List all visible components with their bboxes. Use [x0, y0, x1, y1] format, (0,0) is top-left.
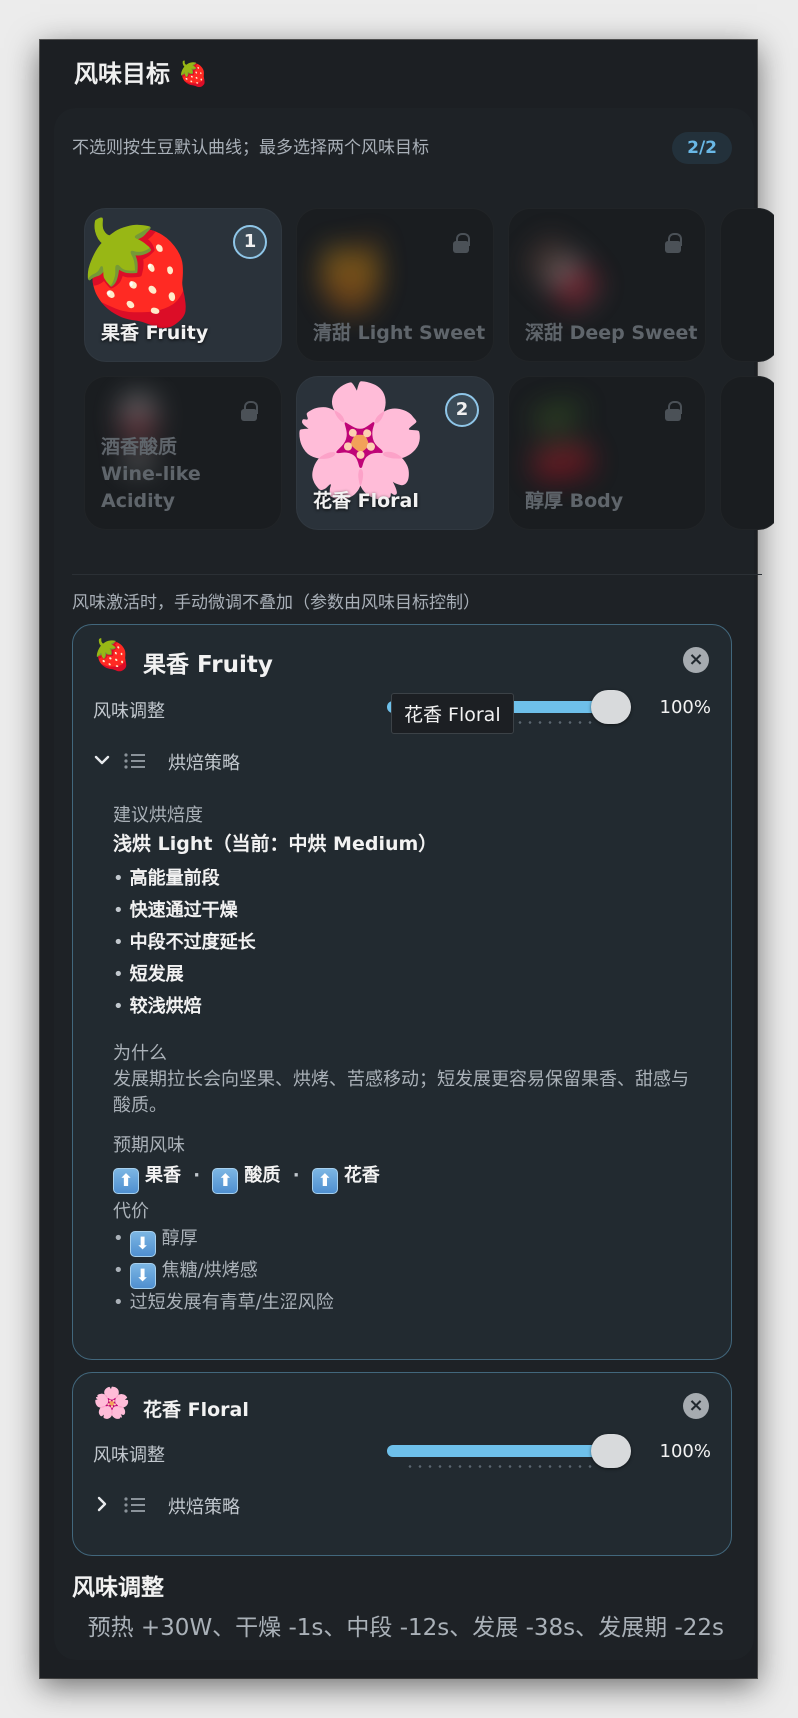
lock-icon — [665, 401, 682, 421]
list-icon — [123, 751, 149, 771]
tile-label: 醇厚 Body — [525, 490, 624, 512]
strawberry-icon: 🍓 — [84, 214, 200, 331]
selection-count-badge: 2/2 — [672, 132, 732, 164]
chevron-down-icon — [93, 747, 113, 775]
strategy-label: 烘焙策略 — [168, 753, 240, 774]
selection-order-badge: 1 — [233, 225, 267, 259]
cherry-icon: 🍒 — [519, 401, 607, 483]
slider-thumb[interactable] — [591, 1434, 631, 1468]
adjust-percent: 100% — [659, 697, 711, 718]
tile-label: 深甜 Deep Sweet — [525, 322, 698, 344]
blossom-icon: 🌸 — [296, 376, 428, 504]
roast-level-value: 浅烘 Light（当前：中烘 Medium） — [113, 833, 438, 855]
up-arrow-icon: ⬆ — [212, 1168, 239, 1194]
adjust-percent: 100% — [659, 1441, 711, 1462]
list-item: 高能量前段 — [113, 863, 256, 895]
tile-floral[interactable]: 🌸 2 花香 Floral — [296, 376, 494, 530]
tile-deep-sweet[interactable]: 🍫 深甜 Deep Sweet — [508, 208, 706, 362]
tooltip: 花香 Floral — [391, 693, 514, 734]
roast-level-heading: 建议烘焙度 — [113, 805, 203, 826]
chocolate-icon: 🍫 — [519, 233, 607, 315]
tile-partial-next-2[interactable] — [720, 376, 774, 530]
down-arrow-icon: ⬇ — [129, 1231, 156, 1257]
flavor-target-window: 风味目标 🍓 不选则按生豆默认曲线；最多选择两个风味目标 2/2 🍓 1 果香 F… — [40, 40, 774, 1678]
cost-text: 醇厚 — [161, 1228, 198, 1249]
list-item: 较浅烘焙 — [113, 991, 256, 1023]
flavor-adjust-summary-text: 预热 +30W、干燥 -1s、中段 -12s、发展 -38s、发展期 -22s — [87, 1615, 724, 1641]
cost-text: 过短发展有青草/生涩风险 — [129, 1292, 334, 1313]
tile-partial-next[interactable] — [720, 208, 774, 362]
flavor-card-fruity: 🍓 果香 Fruity × 风味调整 100% 花香 Floral 烘焙策略 建… — [72, 624, 732, 1360]
remove-flavor-button[interactable]: × — [683, 1393, 709, 1419]
roast-strategy-toggle[interactable]: 烘焙策略 — [93, 747, 393, 775]
list-item: 快速通过干燥 — [113, 895, 256, 927]
cost-heading: 代价 — [113, 1201, 149, 1222]
divider — [72, 574, 762, 575]
flavor-panel: 不选则按生豆默认曲线；最多选择两个风味目标 2/2 🍓 1 果香 Fruity … — [54, 108, 774, 1660]
expected-flavor: 果香 — [145, 1165, 181, 1186]
slider-ticks — [405, 1465, 597, 1468]
list-item: ⬇焦糖/烘烤感 — [113, 1255, 334, 1289]
why-text: 发展期拉长会向坚果、烘烤、苦感移动；短发展更容易保留果香、甜感与酸质。 — [113, 1069, 689, 1116]
tile-wine-acidity[interactable]: 🍷 酒香酸质 Wine-like Acidity — [84, 376, 282, 530]
roast-strategy-toggle[interactable]: 烘焙策略 — [93, 1491, 393, 1519]
blossom-icon: 🌸 — [93, 1386, 131, 1421]
lock-icon — [665, 233, 682, 253]
slider-thumb[interactable] — [591, 690, 631, 724]
strawberry-icon: 🍓 — [178, 60, 208, 88]
why-heading: 为什么 — [113, 1043, 167, 1064]
list-item: 中段不过度延长 — [113, 927, 256, 959]
tile-label-line1: 酒香酸质 — [101, 436, 178, 458]
window-title-text: 风味目标 — [74, 60, 170, 88]
tile-body[interactable]: 🍒 醇厚 Body — [508, 376, 706, 530]
flavor-tile-grid: 🍓 1 果香 Fruity 🍯 清甜 Light Sweet 🍫 深甜 Deep… — [84, 208, 774, 568]
tile-label-line2: Wine-like Acidity — [101, 463, 201, 512]
selection-order-badge: 2 — [445, 393, 479, 427]
tile-fruity[interactable]: 🍓 1 果香 Fruity — [84, 208, 282, 362]
cost-list: ⬇醇厚 ⬇焦糖/烘烤感 过短发展有青草/生涩风险 — [113, 1223, 334, 1319]
expected-flavor-row: ⬆ 果香 · ⬆ 酸质 · ⬆ 花香 — [113, 1161, 380, 1194]
up-arrow-icon: ⬆ — [113, 1168, 139, 1194]
remove-flavor-button[interactable]: × — [683, 647, 709, 673]
card-title: 果香 Fruity — [143, 652, 273, 678]
strategy-bullet-list: 高能量前段 快速通过干燥 中段不过度延长 短发展 较浅烘焙 — [113, 863, 256, 1023]
window-title: 风味目标 🍓 — [74, 54, 208, 89]
down-arrow-icon: ⬇ — [129, 1263, 156, 1289]
tile-label: 果香 Fruity — [101, 322, 209, 344]
flavor-adjust-summary-title: 风味调整 — [72, 1575, 164, 1601]
adjust-label: 风味调整 — [93, 701, 165, 722]
list-item: 过短发展有青草/生涩风险 — [113, 1287, 334, 1319]
cost-text: 焦糖/烘烤感 — [161, 1260, 258, 1281]
list-item: ⬇醇厚 — [113, 1223, 334, 1257]
lock-icon — [241, 401, 258, 421]
list-item: 短发展 — [113, 959, 256, 991]
tile-label: 清甜 Light Sweet — [313, 322, 486, 344]
strategy-label: 烘焙策略 — [168, 1497, 240, 1518]
tile-label: 花香 Floral — [313, 490, 419, 512]
lock-icon — [453, 233, 470, 253]
chevron-right-icon — [93, 1491, 113, 1519]
list-icon — [123, 1495, 149, 1515]
adjust-label: 风味调整 — [93, 1445, 165, 1466]
slider-fill — [387, 1445, 611, 1457]
flavor-adjust-slider-2[interactable] — [387, 1431, 631, 1471]
hint-row: 不选则按生豆默认曲线；最多选择两个风味目标 2/2 — [72, 132, 732, 164]
honey-icon: 🍯 — [307, 233, 395, 315]
manual-tweak-note: 风味激活时，手动微调不叠加（参数由风味目标控制） — [72, 593, 480, 613]
strawberry-icon: 🍓 — [93, 638, 131, 673]
up-arrow-icon: ⬆ — [311, 1168, 338, 1194]
tile-light-sweet[interactable]: 🍯 清甜 Light Sweet — [296, 208, 494, 362]
expected-flavor: 酸质 — [244, 1165, 281, 1186]
tile-label: 酒香酸质 Wine-like Acidity — [101, 434, 281, 515]
expected-flavor-heading: 预期风味 — [113, 1135, 185, 1156]
card-title: 花香 Floral — [143, 1399, 249, 1421]
flavor-card-floral: 🌸 花香 Floral × 风味调整 100% 烘焙策略 — [72, 1372, 732, 1556]
hint-text: 不选则按生豆默认曲线；最多选择两个风味目标 — [72, 138, 429, 158]
expected-flavor: 花香 — [343, 1165, 380, 1186]
